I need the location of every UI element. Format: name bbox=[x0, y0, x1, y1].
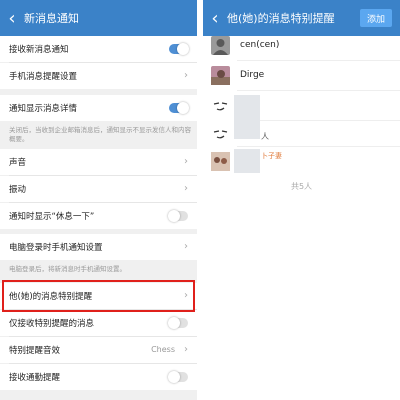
commute-reminder-toggle[interactable] bbox=[168, 371, 188, 383]
add-button[interactable]: 添加 bbox=[359, 9, 392, 27]
avatar bbox=[211, 151, 230, 171]
notification-settings-panel: ‹ 新消息通知 接收新消息通知 手机消息提醒设置 › 通知显示消息详情 关闭后，… bbox=[0, 0, 197, 400]
left-navbar: ‹ 新消息通知 bbox=[0, 0, 197, 36]
avatar bbox=[211, 65, 230, 85]
contact-name-fragment: 人 bbox=[261, 132, 269, 141]
row-label: 振动 bbox=[9, 185, 27, 195]
chevron-right-icon: › bbox=[184, 344, 188, 355]
blurred-name bbox=[234, 95, 260, 115]
commute-reminder-row[interactable]: 接收通勤提醒 bbox=[0, 364, 197, 390]
highlight-box bbox=[2, 280, 195, 312]
page-title: 他(她)的消息特别提醒 bbox=[227, 12, 335, 25]
vibrate-row[interactable]: 振动 › bbox=[0, 176, 197, 202]
pc-login-settings-row[interactable]: 电脑登录时手机通知设置 › bbox=[0, 234, 197, 260]
contact-item[interactable]: 人 bbox=[203, 115, 400, 148]
only-special-messages-row[interactable]: 仅接收特别提醒的消息 bbox=[0, 310, 197, 336]
page-title: 新消息通知 bbox=[24, 12, 79, 25]
contact-count: 共5人 bbox=[290, 182, 313, 191]
back-arrow-icon[interactable]: ‹ bbox=[0, 0, 24, 36]
details-note: 关闭后，当收到企业邮箱消息后，通知显示不显示发信人和内容概要。 bbox=[9, 126, 191, 143]
contact-item[interactable]: cen(cen) bbox=[203, 30, 400, 60]
receive-notifications-toggle[interactable] bbox=[169, 43, 189, 55]
blurred-name bbox=[234, 115, 260, 139]
take-a-break-row[interactable]: 通知时显示“休息一下” bbox=[0, 203, 197, 229]
contact-item[interactable]: 卜子妻 bbox=[203, 146, 400, 176]
receive-notifications-row[interactable]: 接收新消息通知 bbox=[0, 36, 197, 62]
chevron-right-icon: › bbox=[184, 156, 188, 167]
contact-name: Dirge bbox=[240, 70, 265, 80]
take-a-break-toggle[interactable] bbox=[168, 210, 188, 222]
pc-login-note: 电脑登录后，将新消息时手机通知设置。 bbox=[9, 265, 126, 273]
contact-name-fragment: 卜子妻 bbox=[261, 152, 282, 160]
chevron-right-icon: › bbox=[184, 241, 188, 252]
avatar bbox=[211, 35, 230, 55]
row-label: 声音 bbox=[9, 158, 27, 168]
toggle-knob bbox=[177, 102, 189, 114]
special-sound-value: Chess bbox=[151, 345, 175, 354]
row-label: 手机消息提醒设置 bbox=[9, 72, 78, 82]
chevron-right-icon: › bbox=[184, 70, 188, 81]
contact-name: cen(cen) bbox=[240, 40, 280, 50]
contact-item[interactable] bbox=[203, 90, 400, 120]
avatar bbox=[211, 95, 230, 115]
toggle-knob bbox=[177, 43, 189, 55]
toggle-knob bbox=[168, 210, 180, 222]
toggle-knob bbox=[168, 317, 180, 329]
blurred-name bbox=[234, 149, 260, 173]
special-sound-row[interactable]: 特别提醒音效 Chess › bbox=[0, 337, 197, 363]
phone-reminder-settings-row[interactable]: 手机消息提醒设置 › bbox=[0, 63, 197, 89]
toggle-knob bbox=[168, 371, 180, 383]
contact-item[interactable]: Dirge bbox=[203, 60, 400, 90]
row-label: 电脑登录时手机通知设置 bbox=[9, 243, 103, 253]
chevron-right-icon: › bbox=[184, 183, 188, 194]
avatar bbox=[211, 123, 230, 143]
show-details-row[interactable]: 通知显示消息详情 bbox=[0, 95, 197, 121]
sound-row[interactable]: 声音 › bbox=[0, 149, 197, 175]
show-details-toggle[interactable] bbox=[169, 102, 189, 114]
only-special-messages-toggle[interactable] bbox=[168, 317, 188, 329]
special-reminder-panel: ‹ 他(她)的消息特别提醒 添加 cen(cen) Dirge 人 卜子妻 共5… bbox=[203, 0, 400, 400]
